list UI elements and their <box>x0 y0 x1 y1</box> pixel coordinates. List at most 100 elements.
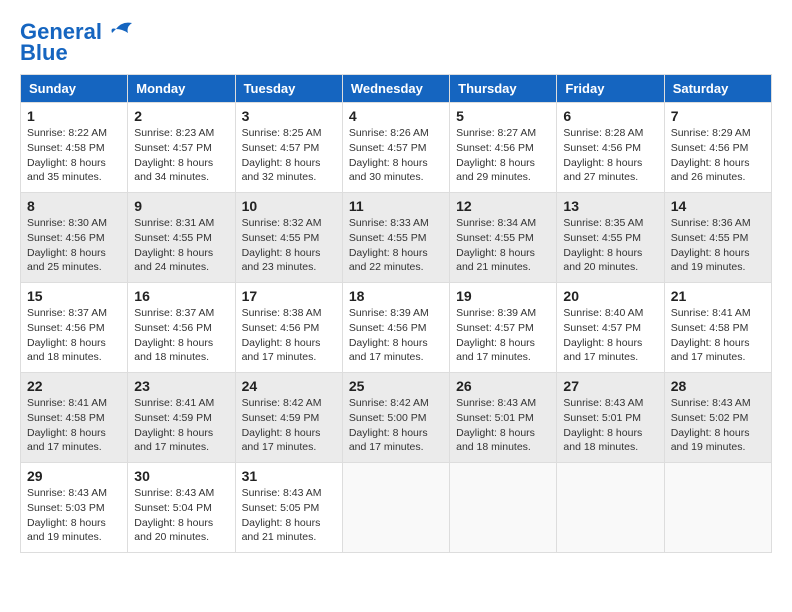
day-info: Sunrise: 8:41 AM Sunset: 4:59 PM Dayligh… <box>134 396 228 455</box>
day-info: Sunrise: 8:28 AM Sunset: 4:56 PM Dayligh… <box>563 126 657 185</box>
day-info: Sunrise: 8:39 AM Sunset: 4:56 PM Dayligh… <box>349 306 443 365</box>
weekday-header-wednesday: Wednesday <box>342 75 449 103</box>
day-number: 31 <box>242 468 336 484</box>
day-info: Sunrise: 8:43 AM Sunset: 5:02 PM Dayligh… <box>671 396 765 455</box>
day-info: Sunrise: 8:42 AM Sunset: 4:59 PM Dayligh… <box>242 396 336 455</box>
calendar-cell: 13 Sunrise: 8:35 AM Sunset: 4:55 PM Dayl… <box>557 193 664 283</box>
day-number: 28 <box>671 378 765 394</box>
day-number: 6 <box>563 108 657 124</box>
day-number: 7 <box>671 108 765 124</box>
logo: General Blue <box>20 20 136 66</box>
calendar-cell: 7 Sunrise: 8:29 AM Sunset: 4:56 PM Dayli… <box>664 103 771 193</box>
day-info: Sunrise: 8:27 AM Sunset: 4:56 PM Dayligh… <box>456 126 550 185</box>
day-number: 12 <box>456 198 550 214</box>
day-number: 29 <box>27 468 121 484</box>
calendar-cell: 30 Sunrise: 8:43 AM Sunset: 5:04 PM Dayl… <box>128 463 235 553</box>
day-info: Sunrise: 8:33 AM Sunset: 4:55 PM Dayligh… <box>349 216 443 275</box>
day-number: 4 <box>349 108 443 124</box>
day-number: 8 <box>27 198 121 214</box>
day-info: Sunrise: 8:43 AM Sunset: 5:01 PM Dayligh… <box>563 396 657 455</box>
day-number: 9 <box>134 198 228 214</box>
day-number: 13 <box>563 198 657 214</box>
day-number: 23 <box>134 378 228 394</box>
calendar-cell: 1 Sunrise: 8:22 AM Sunset: 4:58 PM Dayli… <box>21 103 128 193</box>
day-info: Sunrise: 8:41 AM Sunset: 4:58 PM Dayligh… <box>671 306 765 365</box>
day-number: 1 <box>27 108 121 124</box>
day-info: Sunrise: 8:22 AM Sunset: 4:58 PM Dayligh… <box>27 126 121 185</box>
day-number: 22 <box>27 378 121 394</box>
day-info: Sunrise: 8:42 AM Sunset: 5:00 PM Dayligh… <box>349 396 443 455</box>
calendar-cell: 12 Sunrise: 8:34 AM Sunset: 4:55 PM Dayl… <box>450 193 557 283</box>
calendar-cell: 2 Sunrise: 8:23 AM Sunset: 4:57 PM Dayli… <box>128 103 235 193</box>
day-info: Sunrise: 8:36 AM Sunset: 4:55 PM Dayligh… <box>671 216 765 275</box>
weekday-header-sunday: Sunday <box>21 75 128 103</box>
logo-bird-icon <box>106 19 136 41</box>
day-number: 3 <box>242 108 336 124</box>
day-number: 17 <box>242 288 336 304</box>
day-number: 24 <box>242 378 336 394</box>
day-info: Sunrise: 8:40 AM Sunset: 4:57 PM Dayligh… <box>563 306 657 365</box>
calendar-cell: 5 Sunrise: 8:27 AM Sunset: 4:56 PM Dayli… <box>450 103 557 193</box>
calendar-cell: 8 Sunrise: 8:30 AM Sunset: 4:56 PM Dayli… <box>21 193 128 283</box>
day-info: Sunrise: 8:31 AM Sunset: 4:55 PM Dayligh… <box>134 216 228 275</box>
day-info: Sunrise: 8:38 AM Sunset: 4:56 PM Dayligh… <box>242 306 336 365</box>
weekday-header-tuesday: Tuesday <box>235 75 342 103</box>
calendar-cell <box>450 463 557 553</box>
day-number: 10 <box>242 198 336 214</box>
calendar-cell <box>557 463 664 553</box>
day-info: Sunrise: 8:43 AM Sunset: 5:04 PM Dayligh… <box>134 486 228 545</box>
day-number: 5 <box>456 108 550 124</box>
calendar-cell: 14 Sunrise: 8:36 AM Sunset: 4:55 PM Dayl… <box>664 193 771 283</box>
logo-blue: Blue <box>20 40 68 66</box>
day-number: 18 <box>349 288 443 304</box>
day-info: Sunrise: 8:43 AM Sunset: 5:01 PM Dayligh… <box>456 396 550 455</box>
day-info: Sunrise: 8:35 AM Sunset: 4:55 PM Dayligh… <box>563 216 657 275</box>
day-number: 2 <box>134 108 228 124</box>
day-number: 20 <box>563 288 657 304</box>
day-number: 16 <box>134 288 228 304</box>
calendar-cell: 6 Sunrise: 8:28 AM Sunset: 4:56 PM Dayli… <box>557 103 664 193</box>
calendar-cell: 11 Sunrise: 8:33 AM Sunset: 4:55 PM Dayl… <box>342 193 449 283</box>
day-info: Sunrise: 8:23 AM Sunset: 4:57 PM Dayligh… <box>134 126 228 185</box>
calendar-cell <box>664 463 771 553</box>
calendar-cell: 4 Sunrise: 8:26 AM Sunset: 4:57 PM Dayli… <box>342 103 449 193</box>
calendar-table: SundayMondayTuesdayWednesdayThursdayFrid… <box>20 74 772 553</box>
day-info: Sunrise: 8:39 AM Sunset: 4:57 PM Dayligh… <box>456 306 550 365</box>
calendar-cell: 17 Sunrise: 8:38 AM Sunset: 4:56 PM Dayl… <box>235 283 342 373</box>
day-info: Sunrise: 8:26 AM Sunset: 4:57 PM Dayligh… <box>349 126 443 185</box>
calendar-cell: 21 Sunrise: 8:41 AM Sunset: 4:58 PM Dayl… <box>664 283 771 373</box>
calendar-cell: 3 Sunrise: 8:25 AM Sunset: 4:57 PM Dayli… <box>235 103 342 193</box>
calendar-cell: 23 Sunrise: 8:41 AM Sunset: 4:59 PM Dayl… <box>128 373 235 463</box>
calendar-cell: 15 Sunrise: 8:37 AM Sunset: 4:56 PM Dayl… <box>21 283 128 373</box>
day-number: 25 <box>349 378 443 394</box>
calendar-cell: 24 Sunrise: 8:42 AM Sunset: 4:59 PM Dayl… <box>235 373 342 463</box>
calendar-cell: 31 Sunrise: 8:43 AM Sunset: 5:05 PM Dayl… <box>235 463 342 553</box>
day-info: Sunrise: 8:29 AM Sunset: 4:56 PM Dayligh… <box>671 126 765 185</box>
calendar-cell: 20 Sunrise: 8:40 AM Sunset: 4:57 PM Dayl… <box>557 283 664 373</box>
day-info: Sunrise: 8:32 AM Sunset: 4:55 PM Dayligh… <box>242 216 336 275</box>
day-number: 27 <box>563 378 657 394</box>
calendar-cell: 22 Sunrise: 8:41 AM Sunset: 4:58 PM Dayl… <box>21 373 128 463</box>
day-info: Sunrise: 8:25 AM Sunset: 4:57 PM Dayligh… <box>242 126 336 185</box>
day-info: Sunrise: 8:37 AM Sunset: 4:56 PM Dayligh… <box>27 306 121 365</box>
day-info: Sunrise: 8:43 AM Sunset: 5:05 PM Dayligh… <box>242 486 336 545</box>
calendar-cell: 25 Sunrise: 8:42 AM Sunset: 5:00 PM Dayl… <box>342 373 449 463</box>
day-info: Sunrise: 8:43 AM Sunset: 5:03 PM Dayligh… <box>27 486 121 545</box>
day-number: 19 <box>456 288 550 304</box>
page-header: General Blue <box>20 20 772 66</box>
day-number: 21 <box>671 288 765 304</box>
day-info: Sunrise: 8:30 AM Sunset: 4:56 PM Dayligh… <box>27 216 121 275</box>
day-info: Sunrise: 8:37 AM Sunset: 4:56 PM Dayligh… <box>134 306 228 365</box>
day-number: 26 <box>456 378 550 394</box>
calendar-cell: 28 Sunrise: 8:43 AM Sunset: 5:02 PM Dayl… <box>664 373 771 463</box>
calendar-cell: 9 Sunrise: 8:31 AM Sunset: 4:55 PM Dayli… <box>128 193 235 283</box>
day-number: 14 <box>671 198 765 214</box>
calendar-cell: 19 Sunrise: 8:39 AM Sunset: 4:57 PM Dayl… <box>450 283 557 373</box>
calendar-cell: 27 Sunrise: 8:43 AM Sunset: 5:01 PM Dayl… <box>557 373 664 463</box>
weekday-header-thursday: Thursday <box>450 75 557 103</box>
weekday-header-friday: Friday <box>557 75 664 103</box>
day-info: Sunrise: 8:41 AM Sunset: 4:58 PM Dayligh… <box>27 396 121 455</box>
day-info: Sunrise: 8:34 AM Sunset: 4:55 PM Dayligh… <box>456 216 550 275</box>
calendar-cell: 18 Sunrise: 8:39 AM Sunset: 4:56 PM Dayl… <box>342 283 449 373</box>
calendar-cell: 29 Sunrise: 8:43 AM Sunset: 5:03 PM Dayl… <box>21 463 128 553</box>
